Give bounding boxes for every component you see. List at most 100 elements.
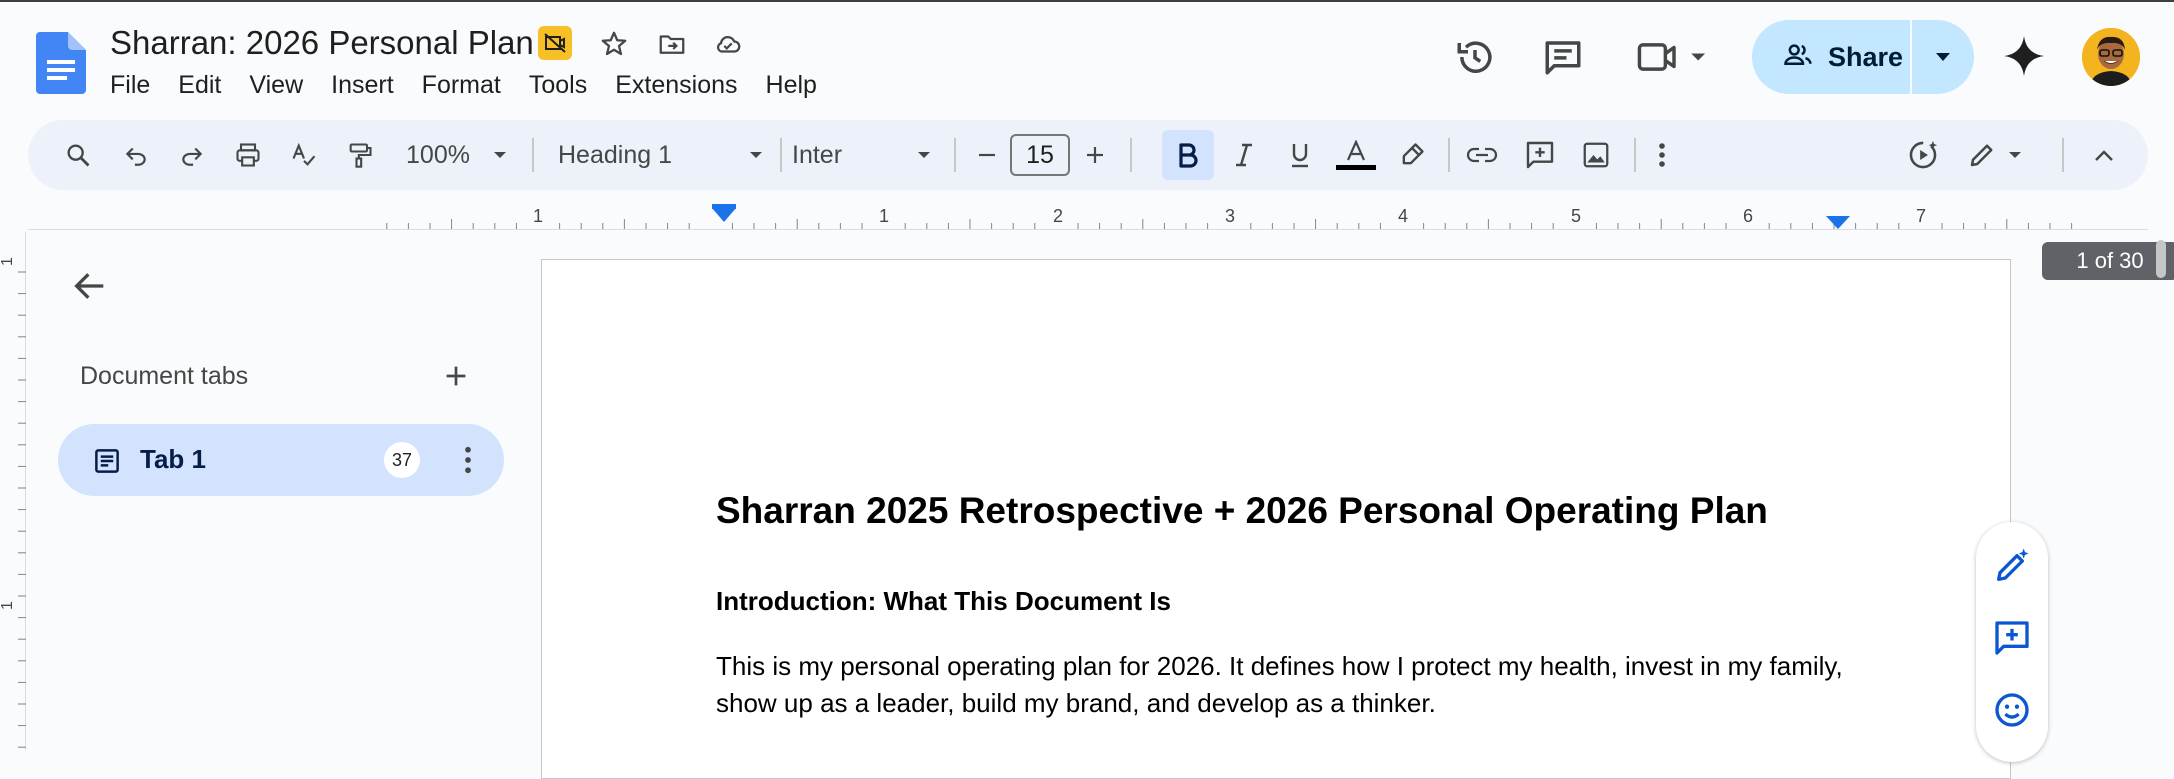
scrollbar-thumb[interactable] [2156, 240, 2166, 278]
first-line-indent-marker[interactable] [712, 204, 736, 209]
toolbar-divider [1634, 138, 1636, 172]
share-options-dropdown[interactable] [1912, 20, 1974, 94]
print-icon[interactable] [228, 132, 268, 178]
italic-icon[interactable] [1224, 132, 1264, 178]
history-icon[interactable] [1452, 34, 1498, 80]
font-size-input[interactable]: 15 [1010, 134, 1070, 176]
toolbar-divider [532, 138, 534, 172]
decrease-font-size-icon[interactable] [970, 132, 1004, 178]
document-paragraph[interactable]: This is my personal operating plan for 2… [716, 648, 1846, 722]
docs-logo-icon[interactable] [36, 32, 86, 94]
insert-comment-icon[interactable] [1518, 132, 1562, 178]
star-icon[interactable] [596, 26, 632, 62]
ruler-label: 4 [1398, 206, 1408, 226]
highlight-icon[interactable] [1392, 132, 1432, 178]
tab-label: Tab 1 [140, 444, 206, 474]
style-value: Heading 1 [558, 140, 672, 169]
more-options-icon[interactable] [1642, 132, 1682, 178]
menu-bar: File Edit View Insert Format Tools Exten… [110, 70, 831, 100]
text-color-icon[interactable] [1332, 132, 1380, 178]
bold-button[interactable] [1162, 130, 1214, 180]
text-color-swatch [1336, 165, 1376, 170]
font-select[interactable]: Inter [792, 132, 932, 178]
cloud-saved-icon[interactable] [710, 26, 746, 62]
document-heading-2[interactable]: Introduction: What This Document Is [716, 586, 1171, 617]
horizontal-ruler[interactable]: 1 1 2 3 4 5 6 7 [28, 200, 2148, 230]
toolbar-divider [1130, 138, 1132, 172]
no-video-badge-icon[interactable] [538, 26, 572, 60]
people-icon [1782, 40, 1814, 75]
ruler-label: 7 [1916, 206, 1926, 226]
gemini-help-me-create-icon[interactable] [1902, 132, 1944, 178]
menu-insert[interactable]: Insert [317, 70, 408, 100]
chevron-down-icon [918, 152, 930, 158]
gemini-sparkle-icon[interactable] [2000, 32, 2048, 80]
ruler-label: 1 [879, 206, 889, 226]
paragraph-style-select[interactable]: Heading 1 [558, 132, 764, 178]
comments-icon[interactable] [1540, 34, 1586, 80]
paint-format-icon[interactable] [340, 132, 380, 178]
share-button[interactable]: Share [1752, 20, 1974, 94]
add-emoji-reaction-icon[interactable] [1992, 690, 2032, 730]
app-header: Sharran: 2026 Personal Plan File Edit Vi… [0, 2, 2174, 118]
document-page[interactable]: Sharran 2025 Retrospective + 2026 Person… [541, 259, 2011, 779]
left-indent-marker[interactable] [712, 208, 736, 222]
meet-video-camera-icon[interactable] [1636, 34, 1712, 80]
ruler-label: 3 [1225, 206, 1235, 226]
menu-help[interactable]: Help [752, 70, 831, 100]
hide-tabs-back-arrow-icon[interactable] [70, 266, 110, 306]
ruler-label: 5 [1571, 206, 1581, 226]
pencil-icon [1970, 144, 1993, 167]
menu-edit[interactable]: Edit [164, 70, 235, 100]
menu-format[interactable]: Format [408, 70, 515, 100]
ruler-labels: 1 1 2 3 4 5 6 7 [533, 206, 1926, 226]
move-to-folder-icon[interactable] [654, 26, 690, 62]
toolbar-divider [780, 138, 782, 172]
collapse-menus-icon[interactable] [2084, 132, 2124, 178]
font-value: Inter [792, 140, 843, 169]
document-outline-icon [92, 446, 122, 481]
chevron-down-icon [2009, 152, 2021, 158]
floating-action-panel [1976, 522, 2048, 762]
help-me-write-icon[interactable] [1992, 546, 2032, 586]
zoom-select[interactable]: 100% [398, 132, 516, 178]
ruler-label: 6 [1743, 206, 1753, 226]
share-main[interactable]: Share [1752, 20, 1912, 94]
chevron-down-icon [493, 152, 506, 158]
tab-count-badge: 37 [384, 442, 420, 478]
share-label: Share [1828, 41, 1904, 72]
insert-image-icon[interactable] [1574, 132, 1618, 178]
redo-icon[interactable] [172, 132, 212, 178]
spellcheck-icon[interactable] [284, 132, 324, 178]
increase-font-size-icon[interactable] [1078, 132, 1112, 178]
toolbar-divider [2062, 138, 2064, 172]
toolbar-divider [954, 138, 956, 172]
vruler-label: 1 [0, 601, 16, 610]
menu-view[interactable]: View [235, 70, 317, 100]
add-comment-icon[interactable] [1992, 618, 2032, 658]
undo-icon[interactable] [116, 132, 156, 178]
insert-link-icon[interactable] [1458, 132, 1506, 178]
menu-extensions[interactable]: Extensions [601, 70, 751, 100]
user-avatar[interactable] [2082, 28, 2140, 86]
search-menus-icon[interactable] [58, 132, 98, 178]
right-indent-marker[interactable] [1826, 216, 1850, 229]
sidebar-tab-1[interactable]: Tab 1 37 [58, 424, 504, 496]
ruler-label: 1 [533, 206, 543, 226]
vertical-ruler[interactable]: 1 1 [0, 232, 26, 750]
bold-icon [1179, 143, 1198, 168]
ruler-label: 2 [1053, 206, 1063, 226]
editing-mode-select[interactable] [1950, 132, 2040, 178]
tab-more-options-icon[interactable] [452, 444, 484, 476]
chevron-down-icon [750, 152, 762, 158]
document-heading-1[interactable]: Sharran 2025 Retrospective + 2026 Person… [716, 490, 1768, 532]
document-tabs-header: Document tabs [80, 362, 249, 390]
document-title[interactable]: Sharran: 2026 Personal Plan [110, 24, 534, 62]
menu-file[interactable]: File [110, 70, 164, 100]
chevron-down-icon [1936, 53, 1950, 61]
menu-tools[interactable]: Tools [515, 70, 601, 100]
page-counter: 1 of 30 [2042, 242, 2174, 280]
add-tab-plus-icon[interactable] [440, 360, 472, 392]
underline-icon[interactable] [1280, 132, 1320, 178]
zoom-value: 100% [406, 140, 470, 169]
